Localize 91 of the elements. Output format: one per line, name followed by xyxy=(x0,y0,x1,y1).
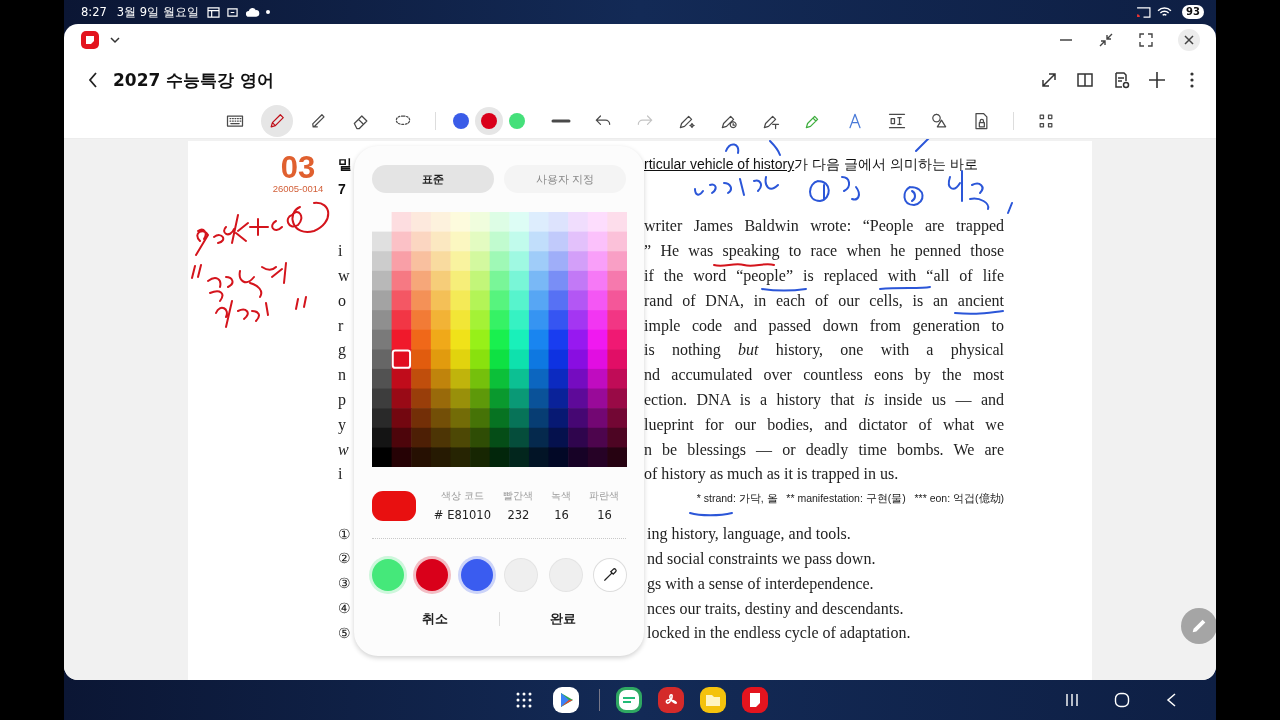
back-icon[interactable] xyxy=(87,71,99,89)
app-logo-icon[interactable] xyxy=(81,31,99,49)
wavy-underline xyxy=(713,263,775,267)
date: 3월 9일 월요일 xyxy=(116,4,199,20)
field-label: 빨간색 xyxy=(503,489,534,503)
field-value[interactable]: 16 xyxy=(597,508,612,522)
recents-icon[interactable] xyxy=(1064,692,1080,708)
passage-text: w xyxy=(338,440,349,459)
question-number: 03 xyxy=(280,153,316,183)
dot-icon xyxy=(265,10,270,14)
window-title: 2027 수능특강 영어 xyxy=(113,68,275,92)
passage-text: ection. DNA is a history that is inside us — and xyxy=(644,390,1004,409)
field-label: 색상 코드 xyxy=(440,489,485,503)
home-icon[interactable] xyxy=(1114,692,1130,708)
folder-icon[interactable] xyxy=(700,687,726,713)
recent-color-swatch[interactable] xyxy=(460,559,493,591)
color-grid[interactable] xyxy=(372,212,627,467)
passage-text: i xyxy=(338,465,343,484)
field-value[interactable]: # E81010 xyxy=(433,508,491,522)
footnote: * strand: 가닥, 올 ** manifestation: 구현(물) *** eon: 억겁(億劫) xyxy=(696,491,1004,506)
notes-app-icon[interactable] xyxy=(742,687,768,713)
pen-tool[interactable] xyxy=(260,105,293,137)
close-icon[interactable] xyxy=(1178,29,1200,51)
passage-text: is nothing but history, one with a physical xyxy=(644,341,1004,360)
screen-icon xyxy=(225,6,239,18)
option-number: ⑤ xyxy=(338,624,351,642)
fullscreen-icon[interactable] xyxy=(1138,32,1154,48)
selected-swatch[interactable] xyxy=(391,349,412,369)
shrink-icon[interactable] xyxy=(1098,32,1114,48)
cast-icon xyxy=(1136,6,1152,18)
question-text: 7 xyxy=(338,181,346,197)
page-settings-icon[interactable] xyxy=(1112,71,1130,89)
passage-text: lueprint for our bodies, and dictator of what we xyxy=(644,415,1004,434)
more-icon[interactable] xyxy=(1190,72,1194,88)
lines-app-icon[interactable] xyxy=(616,687,642,713)
done-button[interactable]: 완료 xyxy=(499,605,626,633)
passage-text: p xyxy=(338,390,346,409)
option-text: nces our traits, destiny and descendants. xyxy=(646,599,905,618)
pencil-icon xyxy=(1190,617,1208,635)
option-number: ① xyxy=(338,525,351,543)
field-label: 파란색 xyxy=(589,489,620,503)
question-text: rticular vehicle of history가 다음 글에서 의미하는 바로 xyxy=(644,156,979,174)
picker-tab[interactable]: 표준 xyxy=(372,165,494,193)
passage-text: ” He was speaking to race when he penned those xyxy=(644,242,1004,261)
field-label: 녹색 xyxy=(551,489,572,503)
eyedropper-button[interactable] xyxy=(593,559,626,591)
clock: 8:27 xyxy=(81,5,107,19)
passage-text: o xyxy=(338,291,346,310)
passage-text: n xyxy=(338,366,346,385)
option-number: ③ xyxy=(338,575,351,593)
field-value[interactable]: 232 xyxy=(507,508,530,522)
field-value[interactable]: 16 xyxy=(554,508,569,522)
option-text: locked in the endless cycle of adaptation. xyxy=(646,624,912,643)
add-icon[interactable] xyxy=(1148,71,1166,89)
passage-text: i xyxy=(338,242,343,261)
cancel-button[interactable]: 취소 xyxy=(372,605,499,633)
book-icon[interactable] xyxy=(1076,71,1094,89)
passage-text: rand of DNA, in each of our cells, is an ancient xyxy=(644,291,1004,310)
recent-color-swatch[interactable] xyxy=(416,559,449,591)
passage-text: writer James Baldwin wrote: “People are trapped xyxy=(644,217,1004,236)
passage-text: r xyxy=(338,316,344,335)
passage-text: if the word “people” is replaced with “all of life xyxy=(644,267,1004,285)
expand-icon[interactable] xyxy=(1040,71,1058,89)
passage-text: w xyxy=(338,267,350,285)
empty-swatch[interactable] xyxy=(549,559,582,591)
option-number: ④ xyxy=(338,600,351,618)
cloud-icon xyxy=(244,7,260,17)
gallery-icon xyxy=(206,6,220,18)
option-text: gs with a sense of interdependence. xyxy=(646,574,875,593)
battery-level: 93 xyxy=(1182,5,1204,19)
play-store-icon[interactable] xyxy=(553,687,579,713)
question-text: 밑 xyxy=(338,156,352,174)
option-number: ② xyxy=(338,550,351,568)
passage-text: of history as much as it is trapped in us. xyxy=(644,465,900,484)
option-text: ing history, language, and tools. xyxy=(646,525,852,544)
passage-text: imple code and passed down from generation to xyxy=(644,316,1004,335)
recent-color-swatch[interactable] xyxy=(372,559,404,591)
color-preview xyxy=(372,490,416,521)
passage-text: y xyxy=(338,415,346,434)
pdf-app-icon[interactable] xyxy=(658,687,684,713)
passage-text: nd accumulated over countless eons by the most xyxy=(644,366,1004,385)
eyedropper-icon xyxy=(601,567,618,583)
wifi-icon xyxy=(1157,6,1173,18)
chevron-down-icon[interactable] xyxy=(109,34,121,46)
empty-swatch[interactable] xyxy=(505,559,538,591)
passage-text: n be blessings — or deadly time bombs. We are xyxy=(644,440,1004,459)
question-code: 26005-0014 xyxy=(272,183,324,194)
color-button[interactable] xyxy=(474,107,503,135)
apps-grid-icon[interactable] xyxy=(516,692,532,708)
passage-text: g xyxy=(338,341,346,360)
option-text: nd social constraints we pass down. xyxy=(646,549,877,568)
